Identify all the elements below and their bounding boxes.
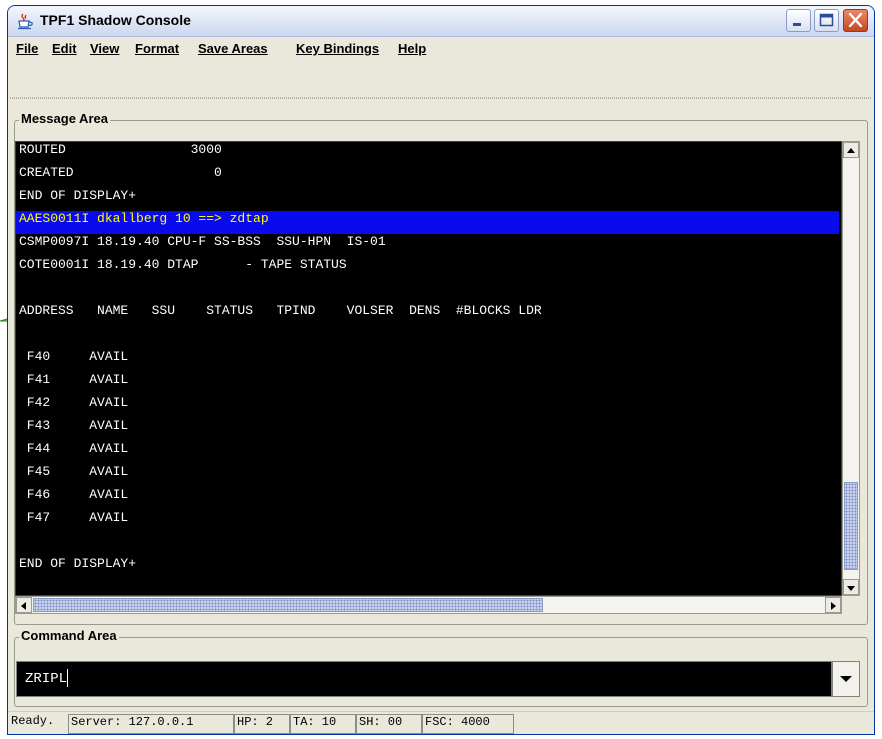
menu-save-areas[interactable]: Save Areas — [198, 41, 268, 56]
scroll-up-icon — [847, 148, 855, 153]
scroll-left-icon — [21, 602, 26, 610]
vertical-scroll-thumb[interactable] — [844, 482, 858, 570]
command-area-label: Command Area — [19, 628, 119, 643]
console-line: F43 AVAIL — [19, 418, 129, 433]
horizontal-scrollbar[interactable] — [15, 596, 842, 614]
close-icon — [848, 12, 863, 28]
console-line: F45 AVAIL — [19, 464, 129, 479]
window-title: TPF1 Shadow Console — [40, 12, 191, 28]
text-caret — [67, 669, 69, 688]
console-line: F40 AVAIL — [19, 349, 129, 364]
menu-edit[interactable]: Edit — [52, 41, 77, 56]
message-console[interactable]: ROUTED 3000 CREATED 0 END OF DISPLAY+ AA… — [15, 141, 842, 596]
java-cup-icon — [18, 13, 33, 30]
console-line: COTE0001I 18.19.40 DTAP - TAPE STATUS — [19, 257, 347, 272]
menu-help[interactable]: Help — [398, 41, 426, 56]
minimize-button[interactable] — [786, 9, 811, 32]
console-line-selected[interactable]: AAES0011I dkallberg 10 ==> zdtap — [16, 211, 839, 234]
console-line: F47 AVAIL — [19, 510, 129, 525]
horizontal-scroll-thumb[interactable] — [33, 598, 543, 612]
maximize-button[interactable] — [814, 9, 839, 32]
console-line: F46 AVAIL — [19, 487, 129, 502]
scroll-down-icon — [847, 586, 855, 591]
status-hp: HP: 2 — [234, 714, 290, 734]
console-line: F41 AVAIL — [19, 372, 129, 387]
scroll-up-button[interactable] — [843, 142, 859, 158]
console-line: END OF DISPLAY+ — [19, 556, 137, 571]
close-button[interactable] — [843, 9, 868, 32]
menu-key-bindings[interactable]: Key Bindings — [296, 41, 379, 56]
console-line: F44 AVAIL — [19, 441, 129, 456]
status-state: Ready. — [11, 714, 55, 728]
vertical-scrollbar[interactable] — [842, 141, 860, 596]
scroll-right-icon — [831, 602, 836, 610]
console-line: ROUTED 3000 — [19, 142, 222, 157]
maximize-icon — [819, 13, 834, 27]
command-history-dropdown[interactable] — [832, 661, 860, 697]
menu-view[interactable]: View — [90, 41, 119, 56]
scroll-left-button[interactable] — [16, 597, 32, 613]
status-sh: SH: 00 — [356, 714, 422, 734]
status-bar: Ready. Server: 127.0.0.1 HP: 2 TA: 10 SH… — [8, 711, 874, 734]
command-input[interactable]: ZRIPL — [16, 661, 832, 697]
console-line: END OF DISPLAY+ — [19, 188, 137, 203]
scroll-down-button[interactable] — [843, 579, 859, 595]
title-bar[interactable]: TPF1 Shadow Console — [8, 6, 874, 37]
status-server: Server: 127.0.0.1 — [68, 714, 234, 734]
toolbar-separator — [10, 97, 872, 99]
menu-file[interactable]: File — [16, 41, 38, 56]
console-line: F42 AVAIL — [19, 395, 129, 410]
menu-format[interactable]: Format — [135, 41, 179, 56]
minimize-icon — [793, 23, 801, 26]
menu-bar: File Edit View Format Save Areas Key Bin… — [8, 37, 874, 61]
scroll-right-button[interactable] — [825, 597, 841, 613]
console-line: ADDRESS NAME SSU STATUS TPIND VOLSER DEN… — [19, 303, 542, 318]
console-line: CREATED 0 — [19, 165, 222, 180]
dropdown-arrow-icon — [840, 676, 852, 682]
status-fsc: FSC: 4000 — [422, 714, 514, 734]
command-input-value: ZRIPL — [25, 671, 68, 687]
console-window: TPF1 Shadow Console File Edit View Forma… — [7, 5, 875, 735]
message-area-label: Message Area — [19, 111, 110, 126]
status-ta: TA: 10 — [290, 714, 356, 734]
console-line: CSMP0097I 18.19.40 CPU-F SS-BSS SSU-HPN … — [19, 234, 386, 249]
